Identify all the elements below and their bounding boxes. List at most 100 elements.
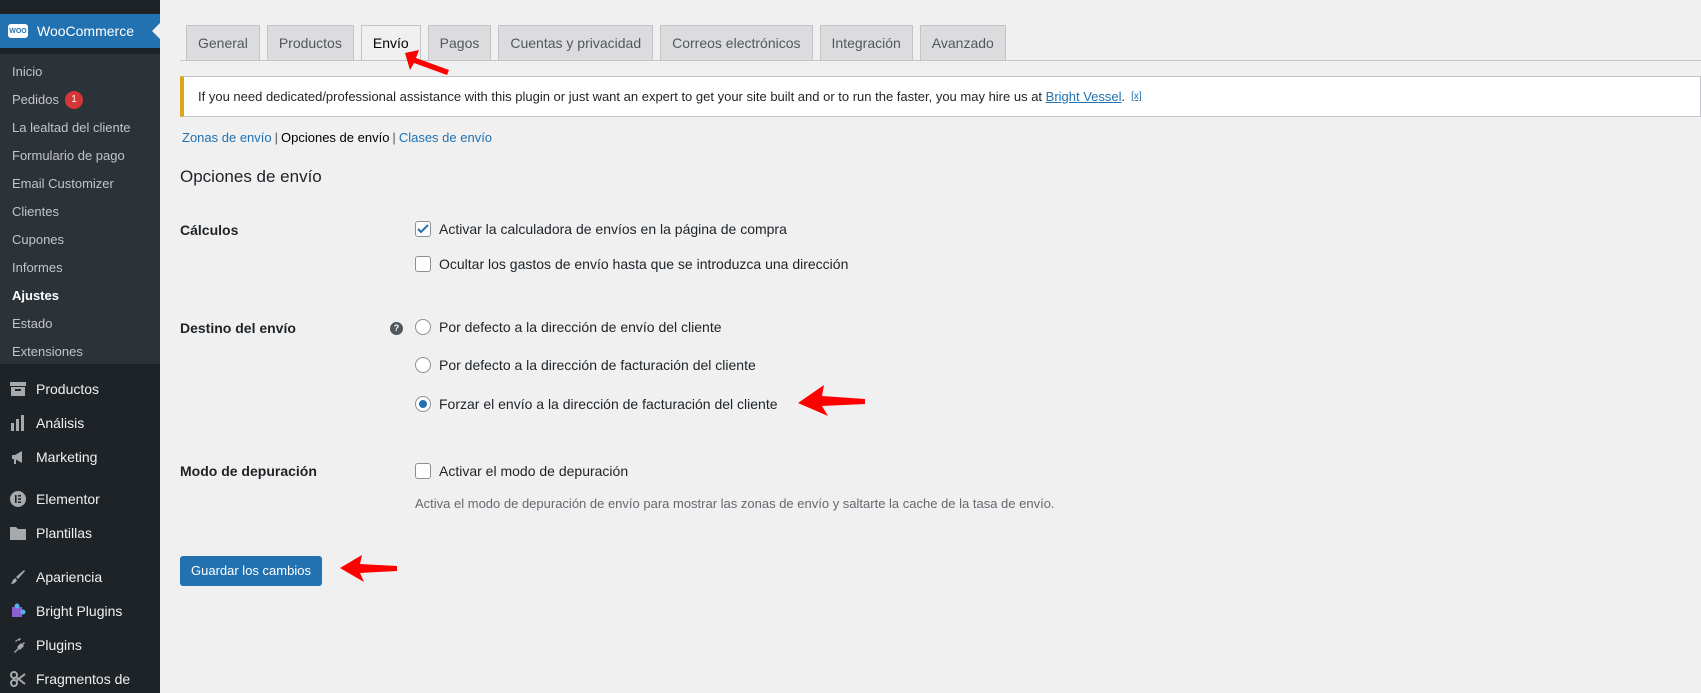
menu-item-marketing[interactable]: Marketing: [0, 440, 160, 474]
menu-label: Elementor: [36, 491, 100, 507]
destination-option-force-billing[interactable]: Forzar el envío a la dirección de factur…: [415, 396, 778, 412]
submenu-label: Estado: [12, 316, 53, 331]
destination-label-billing: Por defecto a la dirección de facturació…: [439, 357, 756, 373]
puzzle-icon: [9, 602, 27, 620]
menu-label: Bright Plugins: [36, 603, 123, 619]
megaphone-icon: [9, 448, 27, 466]
notice-after: .: [1121, 89, 1126, 104]
bar-chart-icon: [9, 414, 27, 432]
notice-text: If you need dedicated/professional assis…: [198, 89, 1046, 104]
submenu-item-estado[interactable]: Estado: [0, 310, 160, 338]
submenu-item-clientes[interactable]: Clientes: [0, 198, 160, 226]
destination-label: Destino del envío: [180, 320, 296, 336]
destination-label-shipping: Por defecto a la dirección de envío del …: [439, 319, 722, 335]
menu-label: Plantillas: [36, 525, 93, 541]
debug-description: Activa el modo de depuración de envío pa…: [415, 496, 1055, 511]
menu-item-fragmentos[interactable]: Fragmentos de: [0, 662, 160, 693]
woocommerce-menu-item[interactable]: WOO WooCommerce: [0, 14, 160, 48]
shipping-subnav: Zonas de envío | Opciones de envío | Cla…: [182, 130, 492, 145]
admin-notice: If you need dedicated/professional assis…: [180, 76, 1701, 117]
submenu-item-inicio[interactable]: Inicio: [0, 58, 160, 86]
menu-item-plugins[interactable]: Plugins: [0, 628, 160, 662]
subnav-zonas[interactable]: Zonas de envío: [182, 130, 272, 145]
destination-option-shipping[interactable]: Por defecto a la dirección de envío del …: [415, 319, 722, 335]
submenu-item-ajustes[interactable]: Ajustes: [0, 282, 160, 310]
submenu-label: Extensiones: [12, 344, 83, 359]
submenu-label: Ajustes: [12, 288, 59, 303]
destination-radio-billing[interactable]: [415, 357, 431, 373]
radio-dot: [419, 400, 427, 408]
menu-label: Análisis: [36, 415, 85, 431]
submenu-item-formulario[interactable]: Formulario de pago: [0, 142, 160, 170]
menu-item-apariencia[interactable]: Apariencia: [0, 560, 160, 594]
bright-vessel-link[interactable]: Bright Vessel: [1046, 89, 1122, 104]
menu-item-bright-plugins[interactable]: Bright Plugins: [0, 594, 160, 628]
menu-label: Productos: [36, 381, 100, 397]
page-title: Opciones de envío: [180, 167, 322, 186]
subnav-clases[interactable]: Clases de envío: [399, 130, 492, 145]
hide-costs-option[interactable]: Ocultar los gastos de envío hasta que se…: [415, 256, 848, 272]
paintbrush-icon: [9, 568, 27, 586]
destination-radio-force-billing[interactable]: [415, 396, 431, 412]
woocommerce-logo-icon: WOO: [8, 24, 28, 38]
submenu-label: Clientes: [12, 204, 59, 219]
plug-icon: [9, 636, 27, 654]
tab-cuentas[interactable]: Cuentas y privacidad: [498, 25, 654, 60]
tab-avanzado[interactable]: Avanzado: [919, 25, 1006, 60]
subnav-opciones[interactable]: Opciones de envío: [281, 130, 389, 145]
calculator-option[interactable]: Activar la calculadora de envíos en la p…: [415, 221, 787, 237]
submenu-item-email-customizer[interactable]: Email Customizer: [0, 170, 160, 198]
menu-label: Plugins: [36, 637, 82, 653]
destination-label-force-billing: Forzar el envío a la dirección de factur…: [439, 396, 778, 412]
calculations-label: Cálculos: [180, 222, 239, 238]
tab-productos[interactable]: Productos: [266, 25, 354, 60]
main-menu: Productos Análisis Marketing Elementor P…: [0, 372, 160, 693]
submenu-label: Email Customizer: [12, 176, 114, 191]
tab-general[interactable]: General: [186, 25, 260, 60]
hide-costs-label: Ocultar los gastos de envío hasta que se…: [439, 256, 849, 272]
admin-sidebar: WOO WooCommerce Inicio Pedidos 1 La lealt…: [0, 0, 160, 693]
destination-option-billing[interactable]: Por defecto a la dirección de facturació…: [415, 357, 756, 373]
submenu-item-pedidos[interactable]: Pedidos 1: [0, 86, 160, 114]
folder-icon: [9, 524, 27, 542]
debug-label: Modo de depuración: [180, 463, 317, 479]
save-button[interactable]: Guardar los cambios: [180, 556, 322, 586]
submenu-item-informes[interactable]: Informes: [0, 254, 160, 282]
tab-correos[interactable]: Correos electrónicos: [660, 25, 813, 60]
archive-icon: [9, 380, 27, 398]
subnav-separator: |: [392, 130, 396, 145]
submenu-item-extensiones[interactable]: Extensiones: [0, 338, 160, 366]
submenu-item-lealtad[interactable]: La lealtad del cliente: [0, 114, 160, 142]
woocommerce-menu-label: WooCommerce: [37, 23, 134, 39]
subnav-separator: |: [274, 130, 279, 145]
debug-option[interactable]: Activar el modo de depuración: [415, 463, 628, 479]
submenu-label: Formulario de pago: [12, 148, 125, 163]
calculator-label: Activar la calculadora de envíos en la p…: [439, 221, 787, 237]
menu-label: Marketing: [36, 449, 98, 465]
menu-item-productos[interactable]: Productos: [0, 372, 160, 406]
elementor-icon: [9, 490, 27, 508]
dismiss-notice-link[interactable]: [x]: [1131, 91, 1142, 102]
destination-radio-shipping[interactable]: [415, 319, 431, 335]
menu-item-analisis[interactable]: Análisis: [0, 406, 160, 440]
annotation-arrow-icon: [340, 555, 397, 582]
hide-costs-checkbox[interactable]: [415, 256, 431, 272]
tab-integracion[interactable]: Integración: [819, 25, 913, 60]
submenu-label: La lealtad del cliente: [12, 120, 131, 135]
orders-count-badge: 1: [64, 91, 83, 109]
annotation-arrow-icon: [405, 50, 449, 75]
menu-item-plantillas[interactable]: Plantillas: [0, 516, 160, 550]
menu-item-elementor[interactable]: Elementor: [0, 482, 160, 516]
woocommerce-submenu: Inicio Pedidos 1 La lealtad del cliente F…: [0, 54, 160, 364]
debug-option-label: Activar el modo de depuración: [439, 463, 629, 479]
submenu-label: Inicio: [12, 64, 43, 79]
scissors-icon: [9, 670, 27, 688]
annotation-arrow-icon: [798, 385, 865, 416]
submenu-label: Cupones: [12, 232, 65, 247]
submenu-label: Pedidos: [12, 92, 59, 107]
menu-label: Fragmentos de: [36, 671, 131, 687]
submenu-item-cupones[interactable]: Cupones: [0, 226, 160, 254]
help-icon[interactable]: ?: [390, 322, 403, 335]
debug-checkbox[interactable]: [415, 463, 431, 479]
calculator-checkbox[interactable]: [415, 221, 431, 237]
